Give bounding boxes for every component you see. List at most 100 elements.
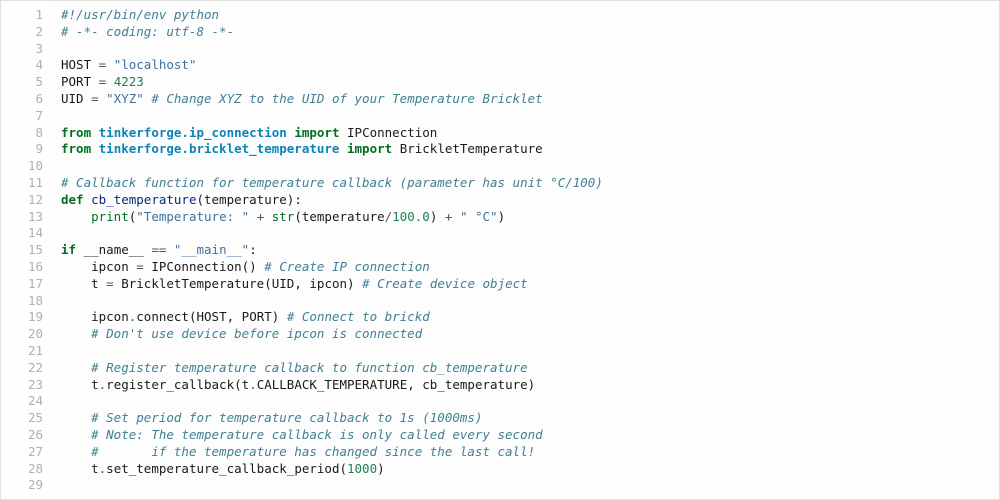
line-number: 4 — [1, 57, 43, 74]
code-token: 100.0 — [392, 209, 430, 224]
line-number: 23 — [1, 377, 43, 394]
code-token: ipcon — [91, 309, 129, 324]
line-number-gutter: 1234567891011121314151617181920212223242… — [1, 1, 51, 499]
code-line[interactable]: # if the temperature has changed since t… — [61, 444, 999, 461]
code-token — [61, 461, 91, 476]
code-line[interactable] — [61, 293, 999, 310]
line-number: 3 — [1, 41, 43, 58]
line-number: 20 — [1, 326, 43, 343]
code-line[interactable] — [61, 477, 999, 494]
code-token: temperature — [302, 209, 385, 224]
code-token: register_callback — [106, 377, 234, 392]
code-token: . — [249, 377, 257, 392]
code-line[interactable]: # Callback function for temperature call… — [61, 175, 999, 192]
line-number: 17 — [1, 276, 43, 293]
code-token: = — [84, 91, 107, 106]
code-token: str — [272, 209, 295, 224]
code-line[interactable]: ipcon = IPConnection() # Create IP conne… — [61, 259, 999, 276]
code-token: # Note: The temperature callback is only… — [91, 427, 543, 442]
line-number: 2 — [1, 24, 43, 41]
code-token: #!/usr/bin/env python — [61, 7, 219, 22]
code-line[interactable]: if __name__ == "__main__": — [61, 242, 999, 259]
code-token: HOST — [197, 309, 227, 324]
line-number: 28 — [1, 461, 43, 478]
code-token — [91, 125, 99, 140]
line-number: 11 — [1, 175, 43, 192]
code-token — [61, 259, 91, 274]
code-line[interactable]: def cb_temperature(temperature): — [61, 192, 999, 209]
code-line[interactable]: # Set period for temperature callback to… — [61, 410, 999, 427]
code-line[interactable]: t = BrickletTemperature(UID, ipcon) # Cr… — [61, 276, 999, 293]
code-token: if — [61, 242, 76, 257]
line-number: 21 — [1, 343, 43, 360]
code-token: # Create IP connection — [264, 259, 430, 274]
code-line[interactable]: # Note: The temperature callback is only… — [61, 427, 999, 444]
code-token: ( — [339, 461, 347, 476]
code-token: set_temperature_callback_period — [106, 461, 339, 476]
line-number: 16 — [1, 259, 43, 276]
code-token: BrickletTemperature — [121, 276, 264, 291]
code-token: () — [242, 259, 265, 274]
code-line[interactable]: HOST = "localhost" — [61, 57, 999, 74]
code-line[interactable]: ipcon.connect(HOST, PORT) # Connect to b… — [61, 309, 999, 326]
code-line[interactable]: t.register_callback(t.CALLBACK_TEMPERATU… — [61, 377, 999, 394]
code-token: HOST — [61, 57, 91, 72]
code-line[interactable]: # Register temperature callback to funct… — [61, 360, 999, 377]
code-token: ) — [528, 377, 536, 392]
code-token: cb_temperature — [422, 377, 527, 392]
code-line[interactable]: # -*- coding: utf-8 -*- — [61, 24, 999, 41]
line-number: 12 — [1, 192, 43, 209]
code-token: + — [437, 209, 460, 224]
code-line[interactable]: from tinkerforge.bricklet_temperature im… — [61, 141, 999, 158]
code-token: "Temperature: " — [136, 209, 249, 224]
line-number: 13 — [1, 209, 43, 226]
line-number: 24 — [1, 393, 43, 410]
code-token: ipcon — [309, 276, 347, 291]
code-token — [61, 276, 91, 291]
code-token — [61, 427, 91, 442]
code-line[interactable] — [61, 393, 999, 410]
code-line[interactable]: t.set_temperature_callback_period(1000) — [61, 461, 999, 478]
code-token — [339, 125, 347, 140]
line-number: 7 — [1, 108, 43, 125]
code-token: == — [144, 242, 174, 257]
code-line[interactable]: print("Temperature: " + str(temperature/… — [61, 209, 999, 226]
code-line[interactable]: # Don't use device before ipcon is conne… — [61, 326, 999, 343]
code-token: = — [91, 57, 114, 72]
line-number: 1 — [1, 7, 43, 24]
code-line[interactable] — [61, 158, 999, 175]
line-number: 5 — [1, 74, 43, 91]
code-line[interactable]: #!/usr/bin/env python — [61, 7, 999, 24]
line-number: 14 — [1, 225, 43, 242]
line-number: 22 — [1, 360, 43, 377]
code-token: , — [294, 276, 309, 291]
code-line[interactable] — [61, 108, 999, 125]
code-token: , — [407, 377, 422, 392]
code-token — [392, 141, 400, 156]
code-token — [61, 209, 91, 224]
code-line[interactable] — [61, 225, 999, 242]
code-token: # if the temperature has changed since t… — [91, 444, 535, 459]
code-token: PORT — [61, 74, 91, 89]
code-token: # Change XYZ to the UID of your Temperat… — [151, 91, 542, 106]
code-token — [61, 377, 91, 392]
code-token: cb_temperature — [91, 192, 196, 207]
code-token: __name__ — [84, 242, 144, 257]
code-token: 1000 — [347, 461, 377, 476]
code-token: IPConnection — [347, 125, 437, 140]
code-token: ) — [498, 209, 506, 224]
line-number: 26 — [1, 427, 43, 444]
code-block: 1234567891011121314151617181920212223242… — [0, 0, 1000, 500]
code-token: UID — [272, 276, 295, 291]
code-token: # Create device object — [362, 276, 528, 291]
code-line[interactable] — [61, 343, 999, 360]
code-token: " °C" — [460, 209, 498, 224]
code-line[interactable]: PORT = 4223 — [61, 74, 999, 91]
code-token: tinkerforge.ip_connection — [99, 125, 287, 140]
code-line[interactable] — [61, 41, 999, 58]
line-number: 8 — [1, 125, 43, 142]
code-line[interactable]: UID = "XYZ" # Change XYZ to the UID of y… — [61, 91, 999, 108]
source-code[interactable]: #!/usr/bin/env python # -*- coding: utf-8… — [51, 1, 999, 499]
code-line[interactable]: from tinkerforge.ip_connection import IP… — [61, 125, 999, 142]
code-token: = — [99, 276, 122, 291]
